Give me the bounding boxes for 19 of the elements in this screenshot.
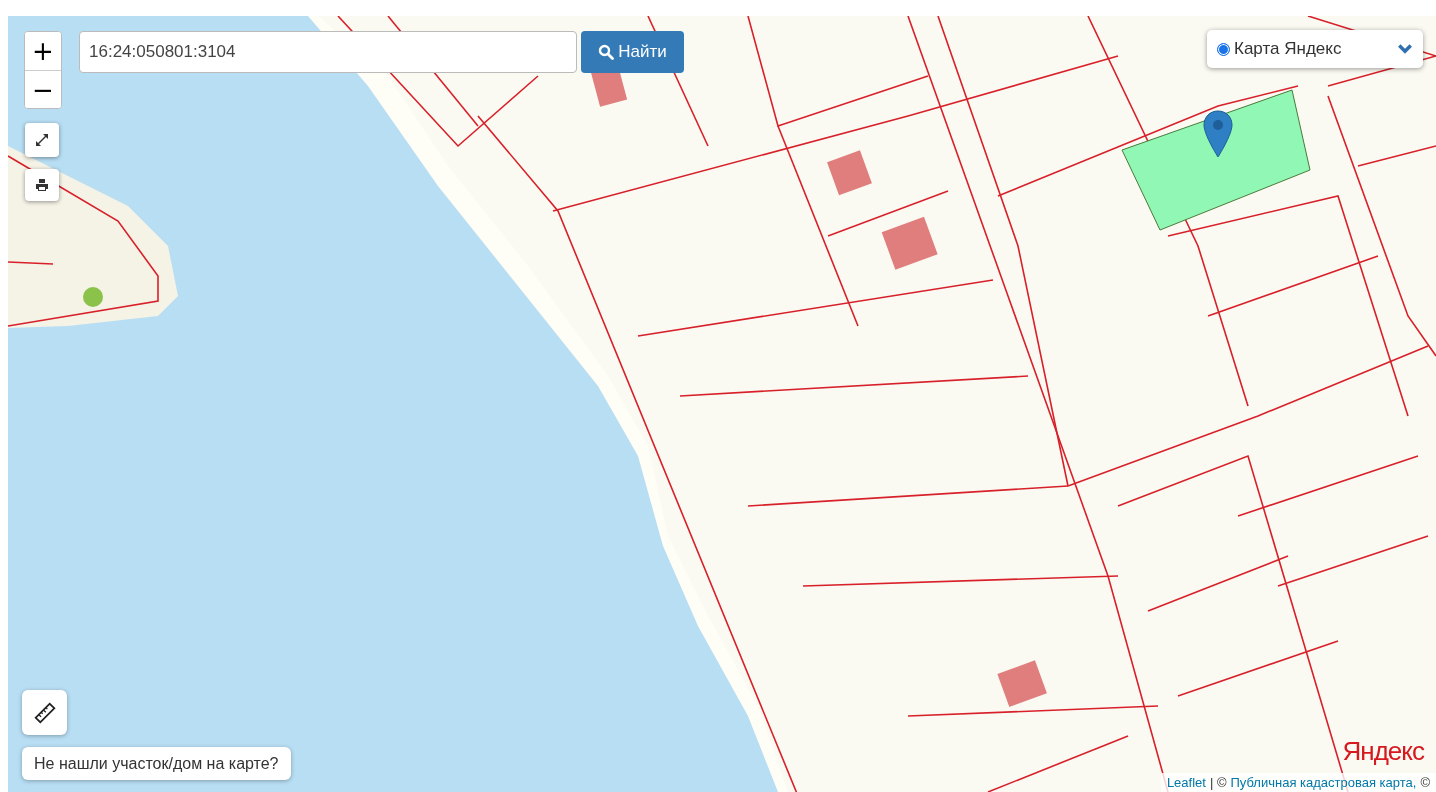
attribution-text: | © [1209, 775, 1227, 790]
layer-select[interactable]: Карта Яндекс [1207, 30, 1423, 68]
radio-button[interactable] [1217, 42, 1230, 56]
chevron-down-icon [1397, 43, 1413, 55]
zoom-out-button[interactable]: − [25, 70, 61, 108]
map-marker-icon[interactable] [1202, 110, 1234, 158]
attribution-text: © [1420, 775, 1430, 790]
fullscreen-button[interactable] [25, 123, 59, 157]
expand-icon [35, 133, 49, 147]
attribution-link[interactable]: Leaflet [1166, 775, 1206, 790]
map-logo: Яндекс [1342, 736, 1424, 767]
help-button[interactable]: Не нашли участок/дом на карте? [22, 747, 291, 780]
print-button[interactable] [25, 169, 59, 201]
search-icon [598, 44, 615, 60]
measure-button[interactable] [22, 690, 67, 735]
search-button[interactable]: Найти [581, 31, 684, 73]
attribution-link[interactable]: Публичная кадастровая карта, [1230, 775, 1417, 790]
printer-icon [35, 178, 49, 192]
search-field[interactable]: 16:24:050801:3104 [79, 31, 577, 73]
